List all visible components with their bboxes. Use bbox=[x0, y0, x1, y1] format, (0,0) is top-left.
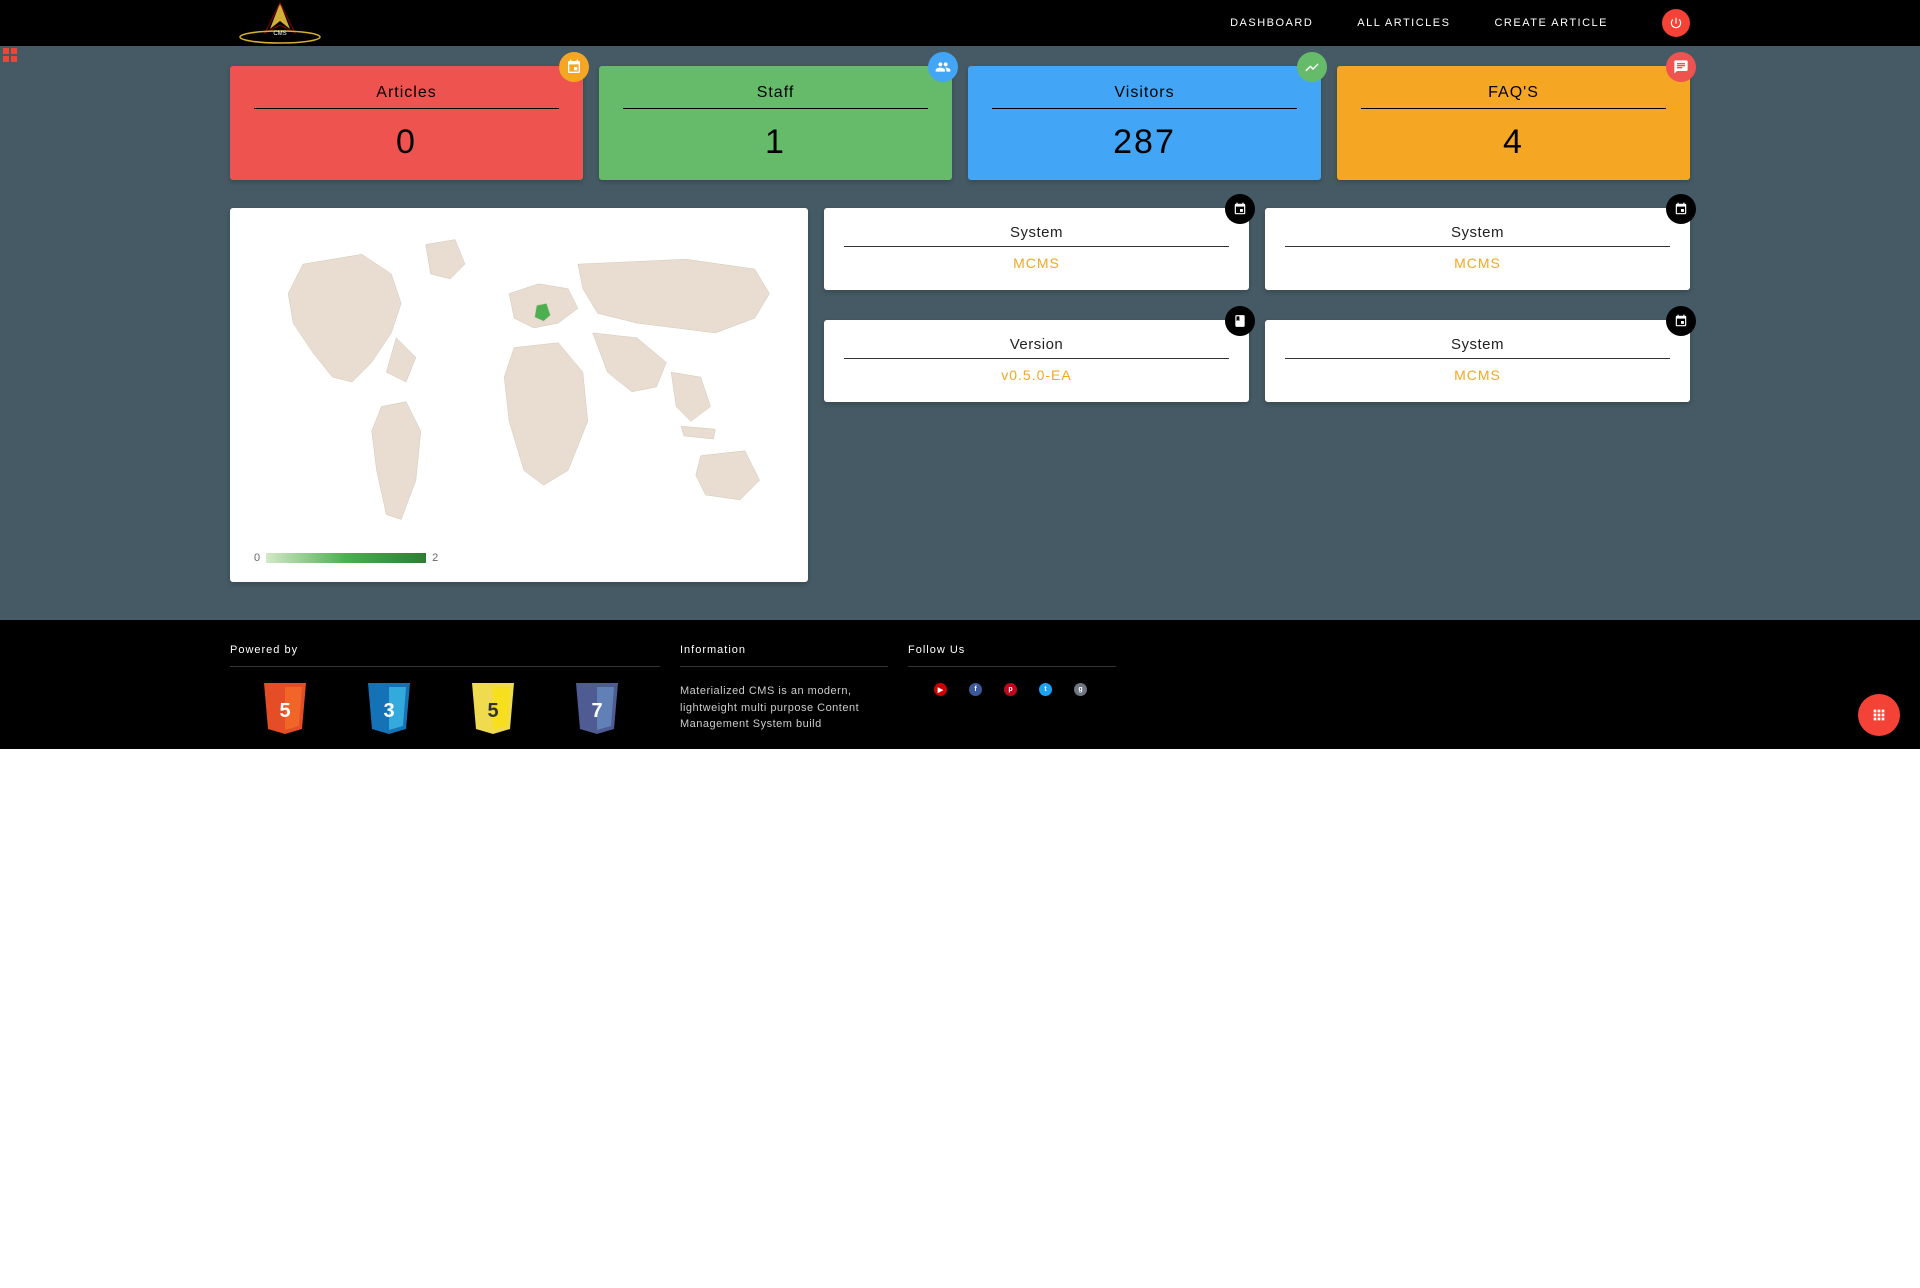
stat-title: Staff bbox=[623, 84, 928, 109]
main-nav: DASHBOARD ALL ARTICLES CREATE ARTICLE bbox=[1230, 9, 1690, 37]
fab-button[interactable] bbox=[1858, 694, 1900, 736]
stat-faqs[interactable]: FAQ'S 4 bbox=[1337, 66, 1690, 180]
info-grid: System MCMS System MCMS Version v0.5.0-E… bbox=[824, 208, 1690, 582]
github-icon[interactable]: g bbox=[1074, 683, 1087, 696]
apps-icon bbox=[1871, 707, 1887, 723]
class-icon bbox=[1225, 306, 1255, 336]
svg-text:5: 5 bbox=[279, 700, 290, 722]
nav-dashboard[interactable]: DASHBOARD bbox=[1230, 17, 1313, 29]
legend-gradient bbox=[266, 553, 426, 563]
event-icon bbox=[1666, 306, 1696, 336]
info-title: System bbox=[844, 224, 1229, 247]
footer-title: Powered by bbox=[230, 644, 660, 667]
stat-value: 287 bbox=[992, 123, 1297, 162]
event-icon bbox=[1225, 194, 1255, 224]
main-content: Articles 0 Staff 1 Visitors 287 FAQ'S 4 bbox=[0, 46, 1920, 620]
info-value: MCMS bbox=[1285, 367, 1670, 383]
info-value: v0.5.0-EA bbox=[844, 367, 1229, 383]
stat-title: FAQ'S bbox=[1361, 84, 1666, 109]
footer-information: Information Materialized CMS is an moder… bbox=[680, 644, 888, 739]
facebook-icon[interactable]: f bbox=[969, 683, 982, 696]
stat-value: 4 bbox=[1361, 123, 1666, 162]
event-icon bbox=[1666, 194, 1696, 224]
info-card-version[interactable]: Version v0.5.0-EA bbox=[824, 320, 1249, 402]
js-icon: 5 bbox=[468, 683, 518, 739]
event-icon bbox=[559, 52, 589, 82]
stat-title: Articles bbox=[254, 84, 559, 109]
social-icons: ▶ f p t g bbox=[908, 683, 1116, 696]
youtube-icon[interactable]: ▶ bbox=[934, 683, 947, 696]
pinterest-icon[interactable]: p bbox=[1004, 683, 1017, 696]
info-title: System bbox=[1285, 336, 1670, 359]
twitter-icon[interactable]: t bbox=[1039, 683, 1052, 696]
svg-text:5: 5 bbox=[487, 700, 498, 722]
footer-info-text: Materialized CMS is an modern, lightweig… bbox=[680, 683, 888, 733]
info-value: MCMS bbox=[1285, 255, 1670, 271]
stat-title: Visitors bbox=[992, 84, 1297, 109]
info-value: MCMS bbox=[844, 255, 1229, 271]
stat-row: Articles 0 Staff 1 Visitors 287 FAQ'S 4 bbox=[230, 46, 1690, 180]
map-legend: 0 2 bbox=[254, 552, 438, 564]
group-icon bbox=[928, 52, 958, 82]
php7-icon: 7 bbox=[572, 683, 622, 739]
trending-icon bbox=[1297, 52, 1327, 82]
apps-menu-icon[interactable] bbox=[3, 48, 17, 62]
logout-button[interactable] bbox=[1662, 9, 1690, 37]
world-map-panel[interactable]: 0 2 bbox=[230, 208, 808, 582]
tech-icons: 5 3 5 7 bbox=[230, 683, 660, 739]
footer: Powered by 5 3 5 7 Information Materiali… bbox=[0, 620, 1920, 749]
svg-text:3: 3 bbox=[383, 700, 394, 722]
stat-value: 0 bbox=[254, 123, 559, 162]
info-card-system-2[interactable]: System MCMS bbox=[1265, 208, 1690, 290]
stat-staff[interactable]: Staff 1 bbox=[599, 66, 952, 180]
svg-text:7: 7 bbox=[591, 700, 602, 722]
legend-min: 0 bbox=[254, 552, 260, 564]
info-title: System bbox=[1285, 224, 1670, 247]
stat-value: 1 bbox=[623, 123, 928, 162]
css3-icon: 3 bbox=[364, 683, 414, 739]
info-card-system-3[interactable]: System MCMS bbox=[1265, 320, 1690, 402]
info-card-system-1[interactable]: System MCMS bbox=[824, 208, 1249, 290]
chat-icon bbox=[1666, 52, 1696, 82]
world-map bbox=[244, 222, 794, 542]
nav-all-articles[interactable]: ALL ARTICLES bbox=[1357, 17, 1450, 29]
stat-articles[interactable]: Articles 0 bbox=[230, 66, 583, 180]
power-icon bbox=[1669, 16, 1683, 30]
footer-title: Information bbox=[680, 644, 888, 667]
footer-follow: Follow Us ▶ f p t g bbox=[908, 644, 1116, 739]
footer-title: Follow Us bbox=[908, 644, 1116, 667]
content-row: 0 2 System MCMS System MCMS Version v0.5… bbox=[230, 208, 1690, 582]
footer-powered: Powered by 5 3 5 7 bbox=[230, 644, 660, 739]
nav-create-article[interactable]: CREATE ARTICLE bbox=[1494, 17, 1608, 29]
stat-visitors[interactable]: Visitors 287 bbox=[968, 66, 1321, 180]
logo[interactable]: CMS bbox=[230, 1, 330, 45]
svg-text:CMS: CMS bbox=[273, 31, 286, 37]
html5-icon: 5 bbox=[260, 683, 310, 739]
legend-max: 2 bbox=[432, 552, 438, 564]
top-header: CMS DASHBOARD ALL ARTICLES CREATE ARTICL… bbox=[0, 0, 1920, 46]
info-title: Version bbox=[844, 336, 1229, 359]
